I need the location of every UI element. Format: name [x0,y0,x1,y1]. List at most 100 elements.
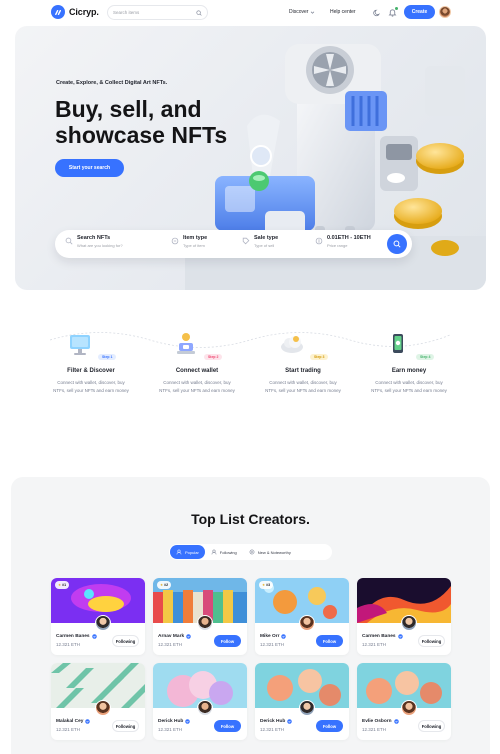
trophy-icon: ★ [160,583,164,587]
verified-icon [281,634,287,639]
verified-icon [185,719,191,724]
tab-label: New & Noteworthy [257,549,291,555]
filter-item-type[interactable]: Item type Type of item [171,235,207,248]
user-avatar[interactable] [439,6,451,18]
creator-name-row: Carmen Banes [56,634,97,639]
logo[interactable]: Cicryp. [51,5,99,19]
verified-icon [186,634,191,639]
nav-discover[interactable]: Discover [289,9,315,15]
step-description: Connect with wallet, discover, buy NTFs,… [265,380,341,393]
filter-subtitle: Type of sell [254,243,275,248]
verified-icon [287,719,293,724]
following-button[interactable]: Following [112,635,139,647]
step-title: Filter & Discover [67,368,115,374]
step-3: Step 3 Start trading Connect with wallet… [258,330,348,394]
user-icon [211,549,217,555]
follow-button[interactable]: Follow [214,635,241,647]
creator-price: 12.321 ETH [362,642,387,647]
creator-name: Malakal Cey [56,719,84,724]
rank-badge: ★ #3 [259,581,274,589]
wallet-icon [176,333,195,354]
filter-search-nfts[interactable]: Search NFTs What are you looking for? [65,235,123,248]
tab-new-noteworthy[interactable]: New & Noteworthy [243,545,297,559]
creator-avatar [401,615,417,631]
nav-help-center[interactable]: Help center [330,9,356,15]
creator-card[interactable]: ★ #3 Mike Orr 12.321 ETH Follow [255,578,349,655]
filter-title: Search NFTs [77,235,111,241]
rank-label: #1 [62,583,67,587]
section-title: Top List Creators. [191,511,310,527]
follow-button[interactable]: Follow [214,720,241,732]
creator-price: 12.321 ETH [158,727,183,732]
tab-popular[interactable]: Popular [170,545,205,559]
tab-label: Popular [185,549,199,555]
creator-name-row: Evlie Osborn [362,719,399,724]
creator-avatar [299,700,315,716]
step-4: Step 4 Earn money Connect with wallet, d… [364,330,454,394]
creator-price: 12.321 ETH [56,642,81,647]
rank-badge: ★ #1 [55,581,70,589]
filter-title: Item type [183,235,208,241]
filter-title: Sale type [254,235,279,241]
step-badge: Step 1 [97,354,117,360]
item-type-icon [171,237,179,245]
creator-name: Carmen Banes [56,634,90,639]
filter-subtitle: Price range [327,243,348,248]
step-2: Step 2 Connect wallet Connect with walle… [152,330,242,394]
page: Cicryp. Search items Discover Help cente… [0,0,500,754]
user-icon [176,549,182,555]
creator-card[interactable]: Derick Hub 12.321 ETH Follow [153,663,247,740]
creator-avatar [197,700,213,716]
search-input[interactable]: Search items [107,5,208,20]
step-description: Connect with wallet, discover, buy NTFs,… [53,380,129,393]
creator-avatar [95,700,111,716]
filter-price-range[interactable]: 0.01ETH - 10ETH Price range [315,235,371,248]
tab-following[interactable]: Following [205,545,243,559]
creator-card[interactable]: Evlie Osborn 12.321 ETH Following [357,663,451,740]
following-button[interactable]: Following [418,635,445,647]
trophy-icon: ★ [58,583,62,587]
creator-price: 12.321 ETH [260,642,285,647]
creator-card[interactable]: Malakal Cey 12.321 ETH Following [51,663,145,740]
top-nav: Cicryp. Search items Discover Help cente… [0,0,500,26]
rank-label: #3 [266,583,271,587]
creator-avatar [197,615,213,631]
following-button[interactable]: Following [418,720,445,732]
start-search-button[interactable]: Start your search [55,159,124,177]
creator-name-row: Carmen Banes [362,634,403,639]
create-button[interactable]: Create [404,5,435,19]
tab-label: Following [219,549,237,555]
creator-card[interactable]: Derick Hub 12.321 ETH Follow [255,663,349,740]
hero-banner: Create, Explore, & Collect Digital Art N… [15,26,486,290]
step-badge: Step 4 [415,354,435,360]
creator-name: Arnav Mark [158,634,185,639]
chevron-down-icon [311,11,315,14]
creator-card[interactable]: Carmen Banes 12.321 ETH Following [357,578,451,655]
creator-card[interactable]: ★ #2 Arnav Mark 12.321 ETH Follow [153,578,247,655]
creator-name-row: Derick Hub [260,719,293,724]
step-title: Earn money [391,368,427,374]
hero-title: Buy, sell, and showcase NFTs [55,96,228,148]
tag-icon [242,237,250,245]
hero-eyebrow: Create, Explore, & Collect Digital Art N… [56,80,168,86]
search-icon [65,237,73,245]
step-badge: Step 2 [203,354,223,360]
moon-icon[interactable] [373,9,381,17]
creator-avatar [299,615,315,631]
creator-avatar [401,700,417,716]
creator-card[interactable]: ★ #1 Carmen Banes 12.321 ETH Following [51,578,145,655]
price-icon [315,237,323,245]
search-submit-button[interactable] [387,234,407,254]
creator-name-row: Arnav Mark [158,634,191,639]
rank-label: #2 [164,583,169,587]
phone-money-icon [392,334,403,353]
follow-button[interactable]: Follow [316,720,343,732]
step-title: Connect wallet [175,368,219,374]
search-placeholder: Search items [113,10,140,15]
filter-sale-type[interactable]: Sale type Type of sell [242,235,278,248]
following-button[interactable]: Following [112,720,139,732]
follow-button[interactable]: Follow [316,635,343,647]
creator-name: Carmen Banes [362,634,396,639]
creator-name: Derick Hub [158,719,184,724]
logo-icon [51,5,65,19]
